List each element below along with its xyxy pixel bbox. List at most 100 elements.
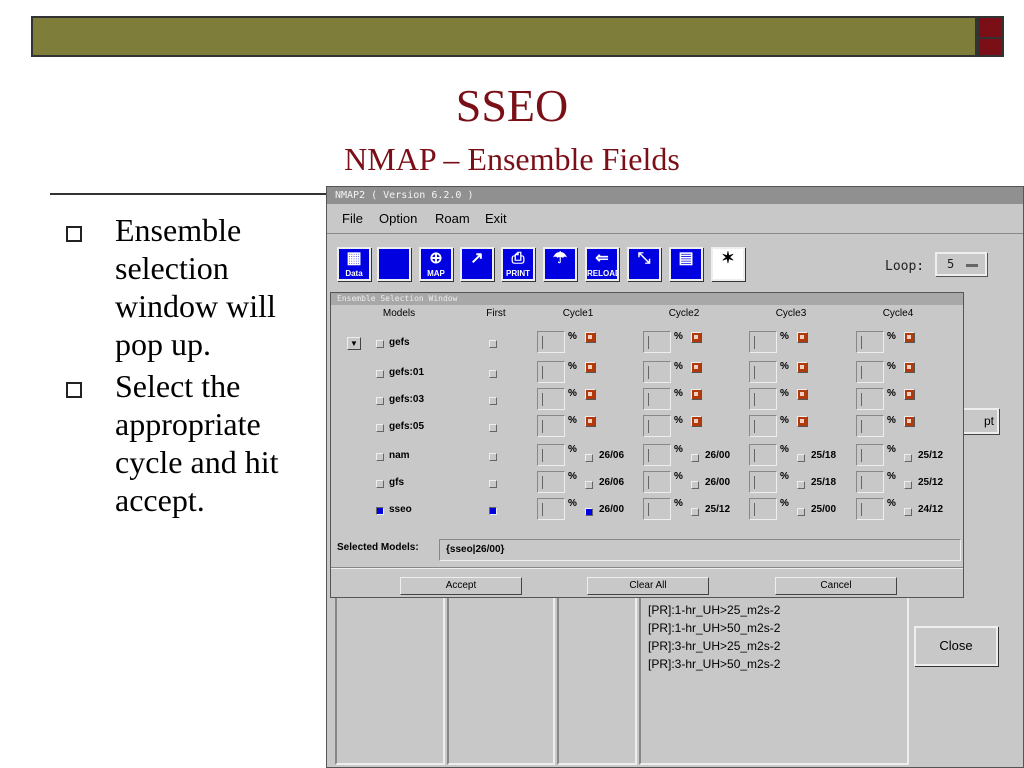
model-checkbox[interactable] [376, 340, 384, 348]
member-menu-button[interactable] [904, 332, 915, 343]
percent-input[interactable] [643, 471, 671, 493]
member-menu-button[interactable] [904, 416, 915, 427]
percent-input[interactable] [537, 444, 565, 466]
cycle-checkbox[interactable] [691, 481, 699, 489]
cycle-checkbox[interactable] [585, 481, 593, 489]
menu-exit[interactable]: Exit [485, 211, 507, 226]
percent-input[interactable] [856, 331, 884, 353]
list-item[interactable]: [PR]:1-hr_UH>50_m2s-2 [648, 619, 780, 637]
cycle-checkbox[interactable] [797, 454, 805, 462]
slide-subtitle: NMAP – Ensemble Fields [344, 141, 680, 177]
data-button[interactable]: ▦ Data [337, 247, 371, 281]
percent-input[interactable] [643, 388, 671, 410]
menu-roam[interactable]: Roam [435, 211, 470, 226]
member-menu-button[interactable] [797, 389, 808, 400]
menu-option[interactable]: Option [379, 211, 417, 226]
close-button[interactable]: Close [914, 626, 998, 666]
percent-input[interactable] [856, 444, 884, 466]
cycle-checkbox[interactable] [797, 481, 805, 489]
map-button[interactable]: ⊕ MAP [419, 247, 453, 281]
percent-input[interactable] [537, 331, 565, 353]
percent-input[interactable] [537, 415, 565, 437]
reload-button[interactable]: ⇐ RELOAD [585, 247, 619, 281]
first-checkbox[interactable] [489, 480, 497, 488]
percent-input[interactable] [749, 444, 777, 466]
model-checkbox[interactable] [376, 424, 384, 432]
percent-input[interactable] [749, 331, 777, 353]
first-checkbox[interactable] [489, 507, 497, 515]
cycle-checkbox[interactable] [904, 508, 912, 516]
member-menu-button[interactable] [585, 416, 596, 427]
member-menu-button[interactable] [797, 416, 808, 427]
member-menu-button[interactable] [904, 389, 915, 400]
cycle-checkbox[interactable] [904, 454, 912, 462]
percent-input[interactable] [856, 471, 884, 493]
percent-input[interactable] [643, 444, 671, 466]
first-checkbox[interactable] [489, 370, 497, 378]
cycle-checkbox[interactable] [585, 508, 593, 516]
accept-stub-button[interactable]: pt [959, 408, 999, 434]
cycle-checkbox[interactable] [797, 508, 805, 516]
zoom-button[interactable]: ⤡ [627, 247, 661, 281]
abc-button[interactable]: ✶ [711, 247, 745, 281]
selected-models-field[interactable]: {sseo|26/00} [439, 539, 961, 561]
first-checkbox[interactable] [489, 340, 497, 348]
percent-input[interactable] [856, 498, 884, 520]
model-checkbox[interactable] [376, 507, 384, 515]
accept-button[interactable]: Accept [400, 577, 522, 595]
list-item[interactable]: [PR]:1-hr_UH>25_m2s-2 [648, 601, 780, 619]
print-button[interactable]: ⎙ PRINT [501, 247, 535, 281]
member-menu-button[interactable] [691, 362, 702, 373]
member-menu-button[interactable] [797, 362, 808, 373]
member-menu-button[interactable] [585, 362, 596, 373]
cursor-button[interactable]: ↗ [460, 247, 494, 281]
percent-input[interactable] [749, 388, 777, 410]
percent-input[interactable] [537, 498, 565, 520]
model-checkbox[interactable] [376, 453, 384, 461]
model-checkbox[interactable] [376, 480, 384, 488]
percent-input[interactable] [749, 415, 777, 437]
clear-all-button[interactable]: Clear All [587, 577, 709, 595]
cycle-checkbox[interactable] [585, 454, 593, 462]
cycle-checkbox[interactable] [904, 481, 912, 489]
model-checkbox[interactable] [376, 370, 384, 378]
loop-select[interactable]: 5 [935, 252, 987, 276]
member-menu-button[interactable] [691, 416, 702, 427]
percent-input[interactable] [643, 331, 671, 353]
list-item[interactable]: [PR]:3-hr_UH>25_m2s-2 [648, 637, 780, 655]
percent-input[interactable] [749, 471, 777, 493]
cycle-label: 26/00 [705, 450, 731, 461]
member-menu-button[interactable] [797, 332, 808, 343]
loop-button[interactable]: ▤ [669, 247, 703, 281]
first-checkbox[interactable] [489, 397, 497, 405]
member-menu-button[interactable] [691, 332, 702, 343]
first-checkbox[interactable] [489, 424, 497, 432]
blank-button[interactable] [377, 247, 411, 281]
cancel-button[interactable]: Cancel [775, 577, 897, 595]
first-checkbox[interactable] [489, 453, 497, 461]
percent-input[interactable] [643, 415, 671, 437]
percent-input[interactable] [749, 498, 777, 520]
cycle-checkbox[interactable] [691, 454, 699, 462]
list-item[interactable]: [PR]:3-hr_UH>50_m2s-2 [648, 655, 780, 673]
model-checkbox[interactable] [376, 397, 384, 405]
ensemble-selection-window: Ensemble Selection Window Models First C… [330, 292, 964, 598]
percent-input[interactable] [537, 388, 565, 410]
percent-input[interactable] [643, 361, 671, 383]
percent-input[interactable] [643, 498, 671, 520]
spray-button[interactable]: ☂ [543, 247, 577, 281]
percent-input[interactable] [856, 415, 884, 437]
member-menu-button[interactable] [585, 332, 596, 343]
percent-input[interactable] [749, 361, 777, 383]
member-menu-button[interactable] [904, 362, 915, 373]
menu-file[interactable]: File [342, 211, 363, 226]
cycle-checkbox[interactable] [691, 508, 699, 516]
percent-input[interactable] [537, 471, 565, 493]
percent-input[interactable] [537, 361, 565, 383]
spray-icon: ☂ [552, 250, 568, 267]
member-menu-button[interactable] [585, 389, 596, 400]
percent-input[interactable] [856, 361, 884, 383]
percent-input[interactable] [856, 388, 884, 410]
models-dropdown-button[interactable]: ▼ [347, 337, 361, 350]
member-menu-button[interactable] [691, 389, 702, 400]
